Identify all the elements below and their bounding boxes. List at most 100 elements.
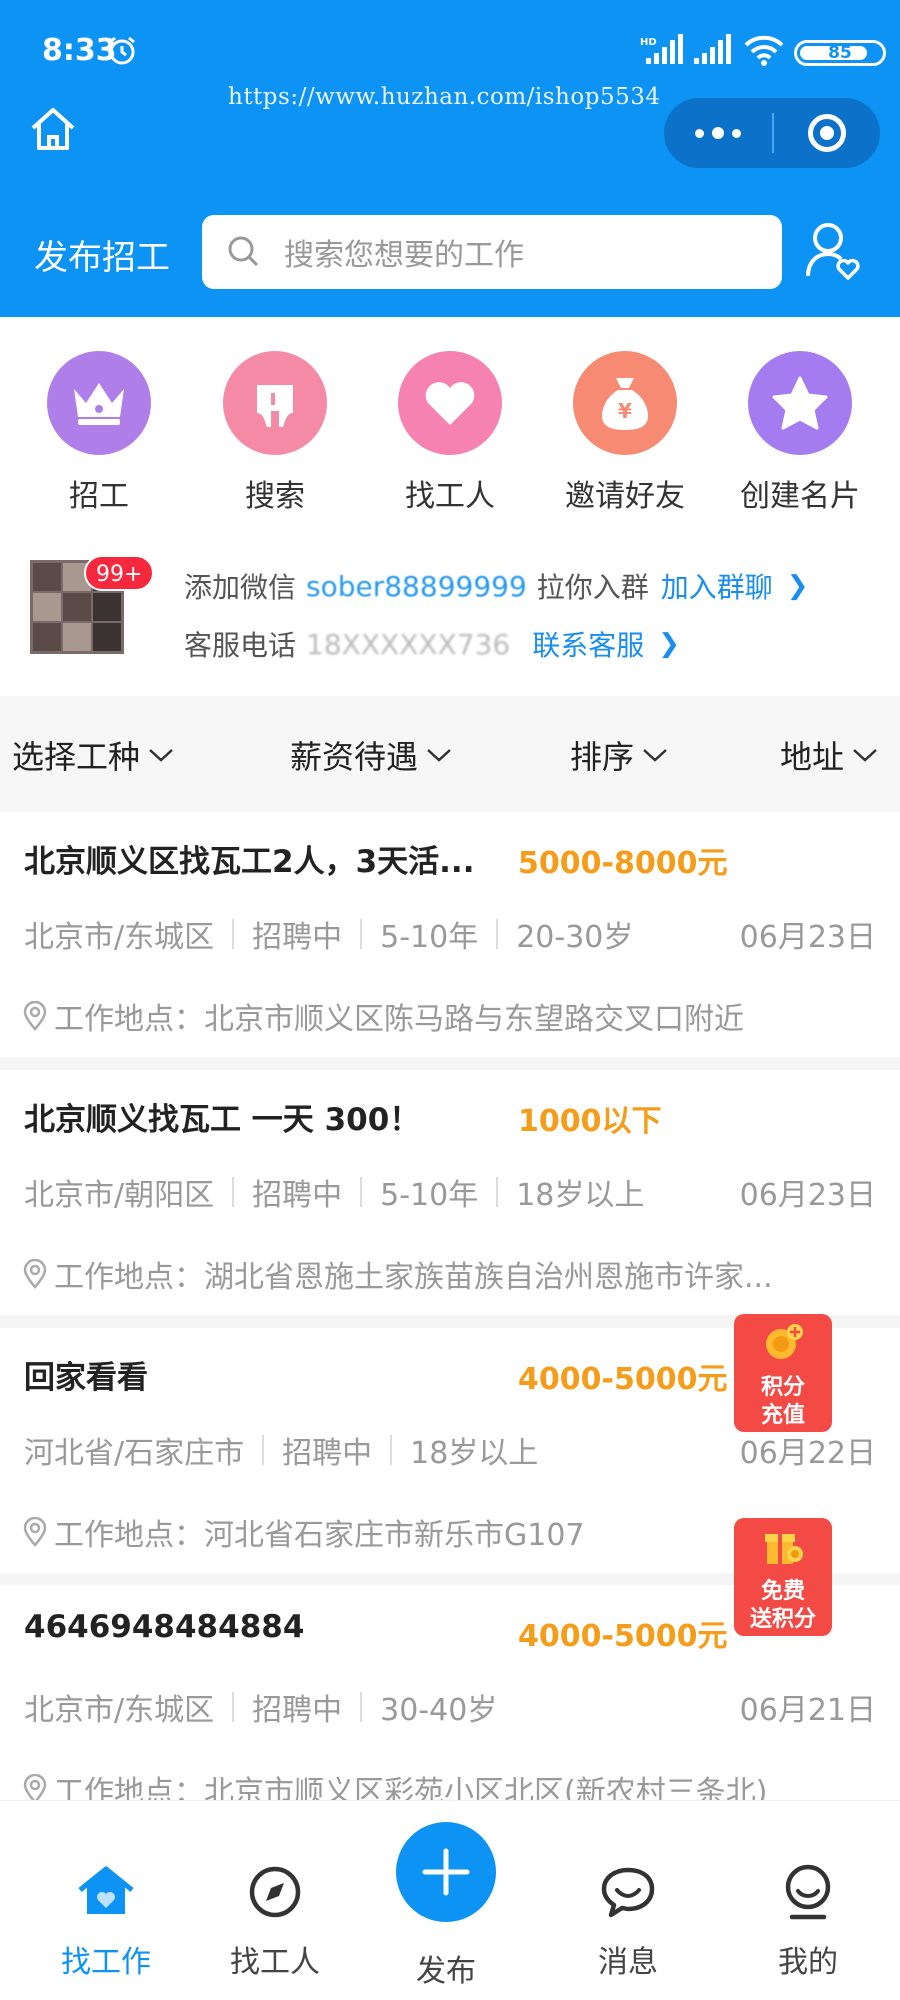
job-date: 06月22日 bbox=[739, 1436, 876, 1471]
location-text: 北京市顺义区陈马路与东望路交叉口附近 bbox=[204, 1002, 744, 1037]
quick-nav: 招工 搜索 找工人 ¥ 邀请好友 创建名片 bbox=[0, 317, 900, 520]
tab-find-job[interactable]: 找工作 bbox=[36, 1861, 176, 1981]
job-status: 招聘中 bbox=[252, 1178, 343, 1213]
quick-nav-label: 创建名片 bbox=[740, 479, 860, 514]
quick-nav-create-card[interactable]: 创建名片 bbox=[720, 351, 880, 515]
star-icon bbox=[748, 351, 852, 455]
coin-plus-icon bbox=[766, 1324, 803, 1359]
tab-label: 找工作 bbox=[61, 1945, 151, 1980]
tab-label: 我的 bbox=[778, 1945, 838, 1980]
job-region: 北京市/朝阳区 bbox=[24, 1178, 215, 1213]
home-icon bbox=[78, 1866, 134, 1914]
job-title: 4646948484884 bbox=[24, 1609, 305, 1645]
float-label: 免费 bbox=[760, 1579, 805, 1604]
job-age: 18岁以上 bbox=[516, 1178, 645, 1213]
plus-icon bbox=[422, 1848, 470, 1896]
job-location: 工作地点： 河北省石家庄市新乐市G107 bbox=[22, 1510, 585, 1554]
miniprogram-capsule bbox=[664, 98, 880, 168]
tab-find-worker[interactable]: 找工人 bbox=[205, 1861, 345, 1981]
job-title: 北京顺义区找瓦工2人，3天活... bbox=[24, 844, 475, 880]
location-pin-icon bbox=[23, 1517, 47, 1547]
job-region: 河北省/石家庄市 bbox=[24, 1436, 245, 1471]
quick-nav-search[interactable]: 搜索 bbox=[195, 351, 355, 515]
filter-label: 薪资待遇 bbox=[290, 738, 419, 776]
tab-messages[interactable]: 消息 bbox=[558, 1861, 698, 1981]
free-points-button[interactable]: 免费 送积分 bbox=[734, 1518, 832, 1636]
wechat-line: 添加微信 sober88899999 拉你入群 加入群聊 ❯ bbox=[184, 566, 809, 606]
svg-text:¥: ¥ bbox=[618, 399, 632, 423]
target-icon bbox=[808, 114, 846, 152]
job-status: 招聘中 bbox=[252, 920, 343, 955]
alarm-icon bbox=[109, 36, 135, 65]
chevron-down-icon bbox=[643, 749, 667, 762]
quick-nav-invite[interactable]: ¥ 邀请好友 bbox=[545, 351, 705, 515]
chevron-down-icon bbox=[853, 749, 877, 762]
location-pin-icon bbox=[23, 1001, 47, 1031]
job-experience: 5-10年 bbox=[380, 920, 479, 955]
url-watermark: https://www.huzhan.com/ishop5534 bbox=[228, 84, 661, 110]
filter-job-type[interactable]: 选择工种 bbox=[12, 732, 174, 778]
chat-bubble-icon bbox=[601, 1867, 655, 1918]
chevron-right-icon[interactable]: ❯ bbox=[787, 571, 809, 601]
compass-icon bbox=[249, 1866, 301, 1918]
quick-nav-label: 找工人 bbox=[405, 479, 495, 514]
location-text: 河北省石家庄市新乐市G107 bbox=[204, 1518, 585, 1553]
filter-label: 选择工种 bbox=[12, 738, 141, 776]
filter-address[interactable]: 地址 bbox=[780, 732, 878, 778]
job-meta: 北京市/东城区 招聘中 5-10年 20-30岁 bbox=[24, 912, 633, 956]
close-miniprogram-button[interactable] bbox=[774, 98, 880, 168]
more-menu-button[interactable] bbox=[664, 98, 772, 168]
location-label: 工作地点： bbox=[54, 1002, 204, 1037]
chevron-down-icon bbox=[149, 749, 173, 762]
job-salary: 1000以下 bbox=[518, 1104, 662, 1139]
filter-label: 排序 bbox=[570, 738, 635, 776]
search-placeholder: 搜索您想要的工作 bbox=[284, 238, 524, 273]
quick-nav-label: 搜索 bbox=[245, 479, 305, 514]
job-card[interactable]: 北京顺义区找瓦工2人，3天活... 5000-8000元 北京市/东城区 招聘中… bbox=[0, 812, 900, 1057]
job-region: 北京市/东城区 bbox=[24, 1693, 215, 1728]
home-icon[interactable] bbox=[28, 104, 78, 154]
tab-label: 消息 bbox=[598, 1945, 658, 1980]
join-group-link[interactable]: 加入群聊 bbox=[661, 566, 773, 606]
heart-icon bbox=[398, 351, 502, 455]
publish-fab-button[interactable] bbox=[396, 1822, 496, 1922]
user-favorite-icon[interactable] bbox=[804, 220, 864, 284]
post-job-button[interactable]: 发布招工 bbox=[34, 230, 170, 279]
service-phone: 18XXXXXX736 bbox=[306, 627, 511, 661]
profile-icon bbox=[785, 1864, 831, 1920]
location-text: 湖北省恩施土家族苗族自治州恩施市许家... bbox=[204, 1260, 773, 1295]
battery-indicator: 85 bbox=[794, 40, 886, 66]
signal-hd-icon: HD bbox=[640, 34, 683, 64]
tab-publish-label[interactable]: 发布 bbox=[396, 1946, 496, 1990]
filter-label: 地址 bbox=[780, 738, 845, 776]
location-label: 工作地点： bbox=[54, 1260, 204, 1295]
job-location: 工作地点： 北京市顺义区陈马路与东望路交叉口附近 bbox=[22, 994, 744, 1038]
tab-mine[interactable]: 我的 bbox=[738, 1861, 878, 1981]
quick-nav-find-worker[interactable]: 找工人 bbox=[370, 351, 530, 515]
header: 8:33 HD 85 https://www.huzhan.com/ishop5… bbox=[0, 0, 900, 317]
location-label: 工作地点： bbox=[54, 1518, 204, 1553]
float-label: 积分 bbox=[760, 1375, 805, 1400]
quick-nav-label: 招工 bbox=[69, 479, 129, 514]
chevron-right-icon[interactable]: ❯ bbox=[658, 629, 680, 659]
search-input[interactable]: 搜索您想要的工作 bbox=[202, 215, 782, 289]
quick-nav-post-job[interactable]: 招工 bbox=[19, 351, 179, 515]
job-meta: 河北省/石家庄市 招聘中 18岁以上 bbox=[24, 1428, 538, 1472]
gift-icon bbox=[765, 1534, 803, 1564]
filter-sort[interactable]: 排序 bbox=[570, 732, 668, 778]
contact-service-link[interactable]: 联系客服 bbox=[532, 624, 644, 664]
crown-icon bbox=[47, 351, 151, 455]
chevron-down-icon bbox=[427, 749, 451, 762]
service-line: 客服电话 18XXXXXX736 联系客服 ❯ bbox=[184, 624, 680, 664]
filter-bar: 选择工种 薪资待遇 排序 地址 bbox=[0, 696, 900, 812]
points-recharge-button[interactable]: 积分 充值 bbox=[734, 1314, 832, 1432]
job-title: 北京顺义找瓦工 一天 300！ bbox=[24, 1102, 421, 1138]
job-meta: 北京市/朝阳区 招聘中 5-10年 18岁以上 bbox=[24, 1170, 644, 1214]
service-prefix: 客服电话 bbox=[184, 629, 297, 662]
app-screen: 8:33 HD 85 https://www.huzhan.com/ishop5… bbox=[0, 0, 900, 2000]
search-icon bbox=[228, 236, 259, 267]
job-card[interactable]: 北京顺义找瓦工 一天 300！ 1000以下 北京市/朝阳区 招聘中 5-10年… bbox=[0, 1070, 900, 1315]
float-label: 送积分 bbox=[749, 1607, 816, 1632]
filter-salary[interactable]: 薪资待遇 bbox=[290, 732, 452, 778]
location-pin-icon bbox=[23, 1259, 47, 1289]
